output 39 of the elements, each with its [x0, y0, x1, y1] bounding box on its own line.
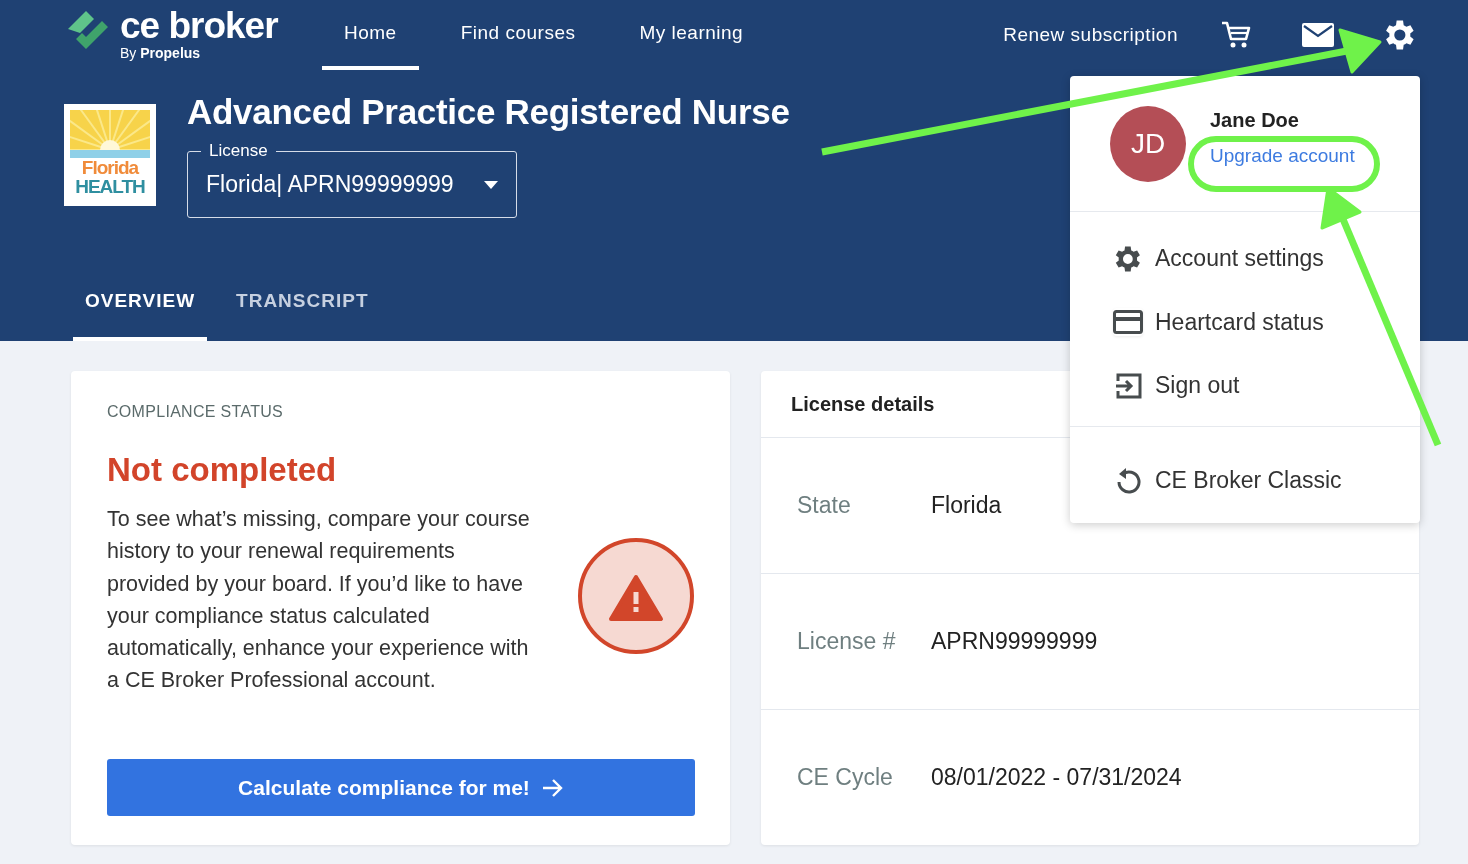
caret-icon	[484, 180, 498, 189]
upgrade-account-link[interactable]: Upgrade account	[1210, 144, 1355, 167]
arrow-right-icon	[541, 777, 564, 798]
warning-icon	[577, 537, 695, 655]
mail-icon[interactable]	[1302, 23, 1334, 47]
card-title: License details	[791, 392, 935, 416]
description-text: To see what’s missing, compare your course history to your renewal requirements provided by your board. If you’d like to have your compliance status calculated automatically, enhance your experience with a CE Broker Professional account.	[107, 506, 531, 695]
field-label: CE Cycle	[797, 764, 894, 791]
field-value: Florida	[931, 492, 1002, 519]
profession-title: Advanced Practice Registered Nurse	[187, 91, 790, 133]
logo-text: HEALTH	[75, 177, 145, 196]
nav-link[interactable]: My learning	[617, 0, 766, 70]
brand-byline: By Propelus	[120, 45, 202, 61]
nav-link[interactable]: Find courses	[438, 0, 598, 70]
user-name: Jane Doe	[1210, 108, 1300, 131]
cart-icon[interactable]	[1220, 20, 1252, 50]
status-text: Not completed	[107, 451, 338, 489]
menu-item[interactable]: CE Broker Classic	[1070, 448, 1420, 512]
renew-subscription-link[interactable]: Renew subscription	[1003, 24, 1178, 46]
calculate-button[interactable]: Calculate compliance for me!	[107, 759, 695, 816]
credit-card-icon	[1113, 308, 1143, 337]
menu-item[interactable]: Heartcard status	[1070, 290, 1420, 354]
section-heading: COMPLIANCE STATUS	[107, 403, 285, 421]
menu-item[interactable]: Sign out	[1070, 354, 1420, 418]
logo-text: Florida	[81, 158, 139, 177]
sign-out-icon	[1113, 371, 1143, 400]
tab[interactable]: TRANSCRIPT	[224, 264, 381, 341]
field-value: 08/01/2022 - 07/31/2024	[931, 764, 1182, 791]
field-label: License #	[797, 628, 897, 655]
field-label: State	[797, 492, 852, 519]
menu-item[interactable]: Account settings	[1070, 227, 1420, 291]
sun-icon	[70, 110, 150, 158]
tab[interactable]: OVERVIEW	[73, 264, 208, 341]
settings-icon[interactable]	[1384, 19, 1416, 51]
nav-link[interactable]: Home	[322, 0, 419, 70]
avatar: JD	[1110, 105, 1186, 182]
settings-icon	[1113, 244, 1143, 273]
brand-name: ce broker	[120, 7, 278, 45]
field-value: APRN99999999	[931, 628, 1098, 655]
